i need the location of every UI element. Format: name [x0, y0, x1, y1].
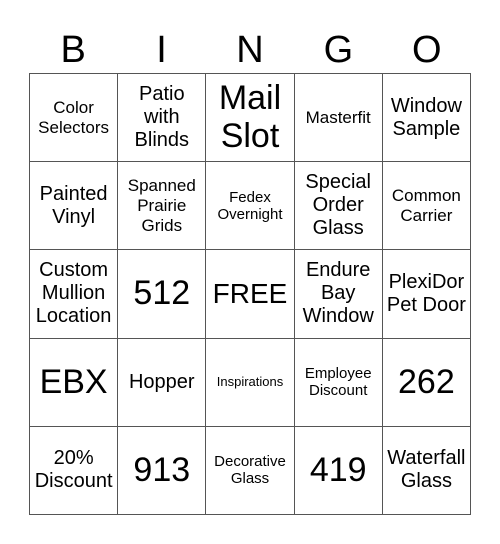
- bingo-cell[interactable]: Custom Mullion Location: [30, 250, 119, 339]
- header-letter-b: B: [60, 29, 86, 71]
- cell-label: Patio with Blinds: [134, 83, 190, 152]
- cell-label: EBX: [39, 362, 108, 401]
- bingo-cell[interactable]: Fedex Overnight: [206, 162, 295, 251]
- cell-label: Special Order Glass: [305, 171, 371, 240]
- bingo-cell[interactable]: 913: [118, 426, 207, 515]
- bingo-cell[interactable]: Employee Discount: [294, 338, 383, 427]
- header-letter-i: I: [156, 29, 167, 71]
- cell-label: Custom Mullion Location: [35, 259, 112, 328]
- bingo-cell[interactable]: Window Sample: [382, 74, 471, 163]
- cell-label: Fedex Overnight: [217, 188, 283, 223]
- cell-label: FREE: [212, 277, 288, 309]
- bingo-cell[interactable]: Mail Slot: [206, 74, 295, 163]
- bingo-cell[interactable]: Spanned Prairie Grids: [118, 162, 207, 251]
- bingo-cell[interactable]: 512: [118, 250, 207, 339]
- cell-label: Masterfit: [305, 107, 371, 127]
- bingo-cell[interactable]: Inspirations: [206, 338, 295, 427]
- bingo-cell[interactable]: 20% Discount: [30, 426, 119, 515]
- bingo-cell[interactable]: Color Selectors: [30, 74, 119, 163]
- bingo-cell[interactable]: 262: [382, 338, 471, 427]
- header-letter-g: G: [323, 29, 354, 71]
- cell-label: Window Sample: [390, 94, 462, 140]
- bingo-header: B I N G O: [29, 28, 471, 72]
- bingo-cell[interactable]: Patio with Blinds: [118, 74, 207, 163]
- cell-label: Painted Vinyl: [39, 182, 108, 228]
- cell-label: Hopper: [128, 370, 195, 393]
- bingo-cell[interactable]: 419: [294, 426, 383, 515]
- cell-label: Waterfall Glass: [387, 447, 466, 493]
- cell-label: 262: [398, 362, 455, 401]
- cell-label: Inspirations: [216, 373, 284, 389]
- cell-label: 512: [133, 274, 191, 313]
- bingo-cell[interactable]: Hopper: [118, 338, 207, 427]
- bingo-cell[interactable]: EBX: [30, 338, 119, 427]
- cell-label: 419: [309, 450, 367, 489]
- bingo-cell[interactable]: Masterfit: [294, 74, 383, 163]
- bingo-cell[interactable]: Decorative Glass: [206, 426, 295, 515]
- free-space-cell[interactable]: FREE: [206, 250, 295, 339]
- cell-label: Spanned Prairie Grids: [127, 176, 196, 235]
- cell-label: Color Selectors: [38, 98, 110, 137]
- cell-label: Decorative Glass: [214, 453, 286, 488]
- bingo-grid: Color Selectors Patio with Blinds Mail Slo…: [29, 73, 471, 515]
- bingo-cell[interactable]: Special Order Glass: [294, 162, 383, 251]
- cell-label: Employee Discount: [304, 364, 372, 400]
- bingo-cell[interactable]: Common Carrier: [382, 162, 471, 251]
- cell-label: PlexiDor Pet Door: [386, 270, 466, 316]
- bingo-cell[interactable]: PlexiDor Pet Door: [382, 250, 471, 339]
- cell-label: Common Carrier: [391, 186, 461, 225]
- bingo-cell[interactable]: Waterfall Glass: [382, 426, 471, 515]
- bingo-cell[interactable]: Painted Vinyl: [30, 162, 119, 251]
- cell-label: Mail Slot: [218, 79, 282, 155]
- cell-label: 913: [133, 450, 191, 489]
- cell-label: 20% Discount: [34, 447, 113, 493]
- header-letter-o: O: [411, 29, 442, 71]
- header-letter-n: N: [236, 29, 264, 71]
- cell-label: Endure Bay Window: [302, 259, 374, 328]
- bingo-cell[interactable]: Endure Bay Window: [294, 250, 383, 339]
